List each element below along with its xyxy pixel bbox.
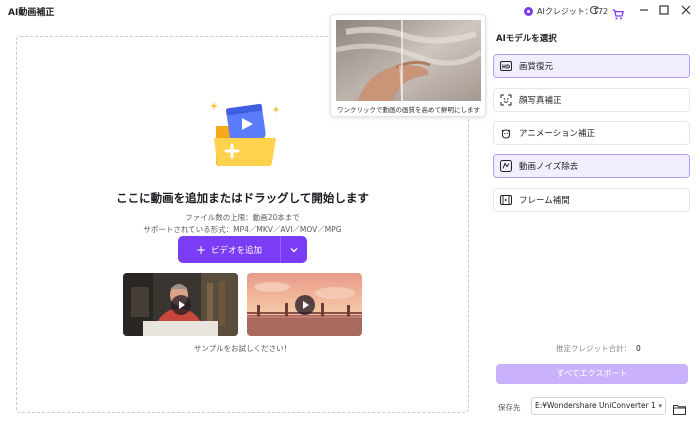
sample-caption: サンプルをお試しください！ bbox=[193, 344, 292, 353]
face-scan-icon bbox=[500, 94, 512, 106]
credit-icon bbox=[524, 7, 533, 16]
add-video-label: ビデオを追加 bbox=[211, 245, 263, 256]
hd-icon: HD bbox=[500, 60, 512, 72]
plus-icon: + bbox=[195, 242, 207, 257]
cart-icon[interactable] bbox=[612, 5, 625, 20]
close-button[interactable] bbox=[679, 3, 693, 17]
export-all-button[interactable]: すべてエクスポート bbox=[496, 364, 688, 384]
model-item-image-restore[interactable]: HD 画質復元 bbox=[493, 54, 690, 78]
denoise-icon bbox=[500, 160, 512, 172]
panel-title: AIモデルを選択 bbox=[496, 34, 557, 44]
preview-caption: ワンクリックで動画の画質を高めて鮮明にします bbox=[337, 106, 480, 114]
save-path-value: E:¥Wondershare UniConverter 1 bbox=[535, 401, 656, 410]
play-icon[interactable] bbox=[171, 295, 191, 315]
model-label: 画質復元 bbox=[519, 62, 554, 72]
play-icon[interactable] bbox=[295, 295, 315, 315]
preview-tooltip: ワンクリックで動画の画質を高めて鮮明にします bbox=[330, 14, 486, 117]
save-location-label: 保存先 bbox=[498, 403, 521, 412]
minimize-button[interactable] bbox=[637, 3, 651, 17]
add-video-dropdown[interactable] bbox=[281, 236, 307, 263]
chevron-down-icon bbox=[290, 247, 298, 252]
add-video-button[interactable]: + ビデオを追加 bbox=[178, 236, 307, 263]
model-label: アニメーション補正 bbox=[519, 129, 596, 139]
model-item-face-enhance[interactable]: 顔写真補正 bbox=[493, 88, 690, 112]
add-video-folder-icon[interactable] bbox=[208, 98, 282, 170]
supported-formats-text: サポートされている形式：MP4／MKV／AVI／MOV／MPG bbox=[143, 225, 342, 234]
chevron-down-icon: ▾ bbox=[658, 402, 662, 410]
refresh-icon[interactable] bbox=[589, 5, 599, 15]
open-folder-icon[interactable] bbox=[673, 400, 686, 415]
model-item-frame-interpolation[interactable]: フレーム補間 bbox=[493, 188, 690, 212]
model-label: 動画ノイズ除去 bbox=[519, 162, 579, 172]
sample-video-presenter[interactable] bbox=[123, 273, 238, 336]
model-item-animation-enhance[interactable]: アニメーション補正 bbox=[493, 121, 690, 145]
drop-zone-heading: ここに動画を追加またはドラッグして開始します bbox=[116, 191, 369, 205]
file-limit-text: ファイル数の上限：動画20本まで bbox=[185, 213, 300, 222]
anime-icon bbox=[500, 127, 512, 139]
model-label: 顔写真補正 bbox=[519, 96, 562, 106]
svg-text:HD: HD bbox=[502, 64, 510, 70]
credit-estimate-value: 0 bbox=[636, 344, 641, 353]
save-location-select[interactable]: E:¥Wondershare UniConverter 1 ▾ bbox=[531, 397, 666, 415]
sample-video-scenery[interactable] bbox=[247, 273, 362, 336]
model-item-video-denoise[interactable]: 動画ノイズ除去 bbox=[493, 154, 690, 178]
model-label: フレーム補間 bbox=[519, 196, 570, 206]
add-video-main[interactable]: + ビデオを追加 bbox=[178, 236, 281, 263]
maximize-button[interactable] bbox=[657, 3, 671, 17]
app-title: AI動画補正 bbox=[8, 8, 55, 18]
credit-label: AIクレジット： bbox=[537, 7, 593, 16]
frame-icon bbox=[500, 194, 512, 206]
credit-estimate-label: 推定クレジット合計： bbox=[556, 344, 631, 353]
credit-estimate: 推定クレジット合計： 0 bbox=[556, 343, 641, 354]
preview-image bbox=[336, 20, 481, 101]
